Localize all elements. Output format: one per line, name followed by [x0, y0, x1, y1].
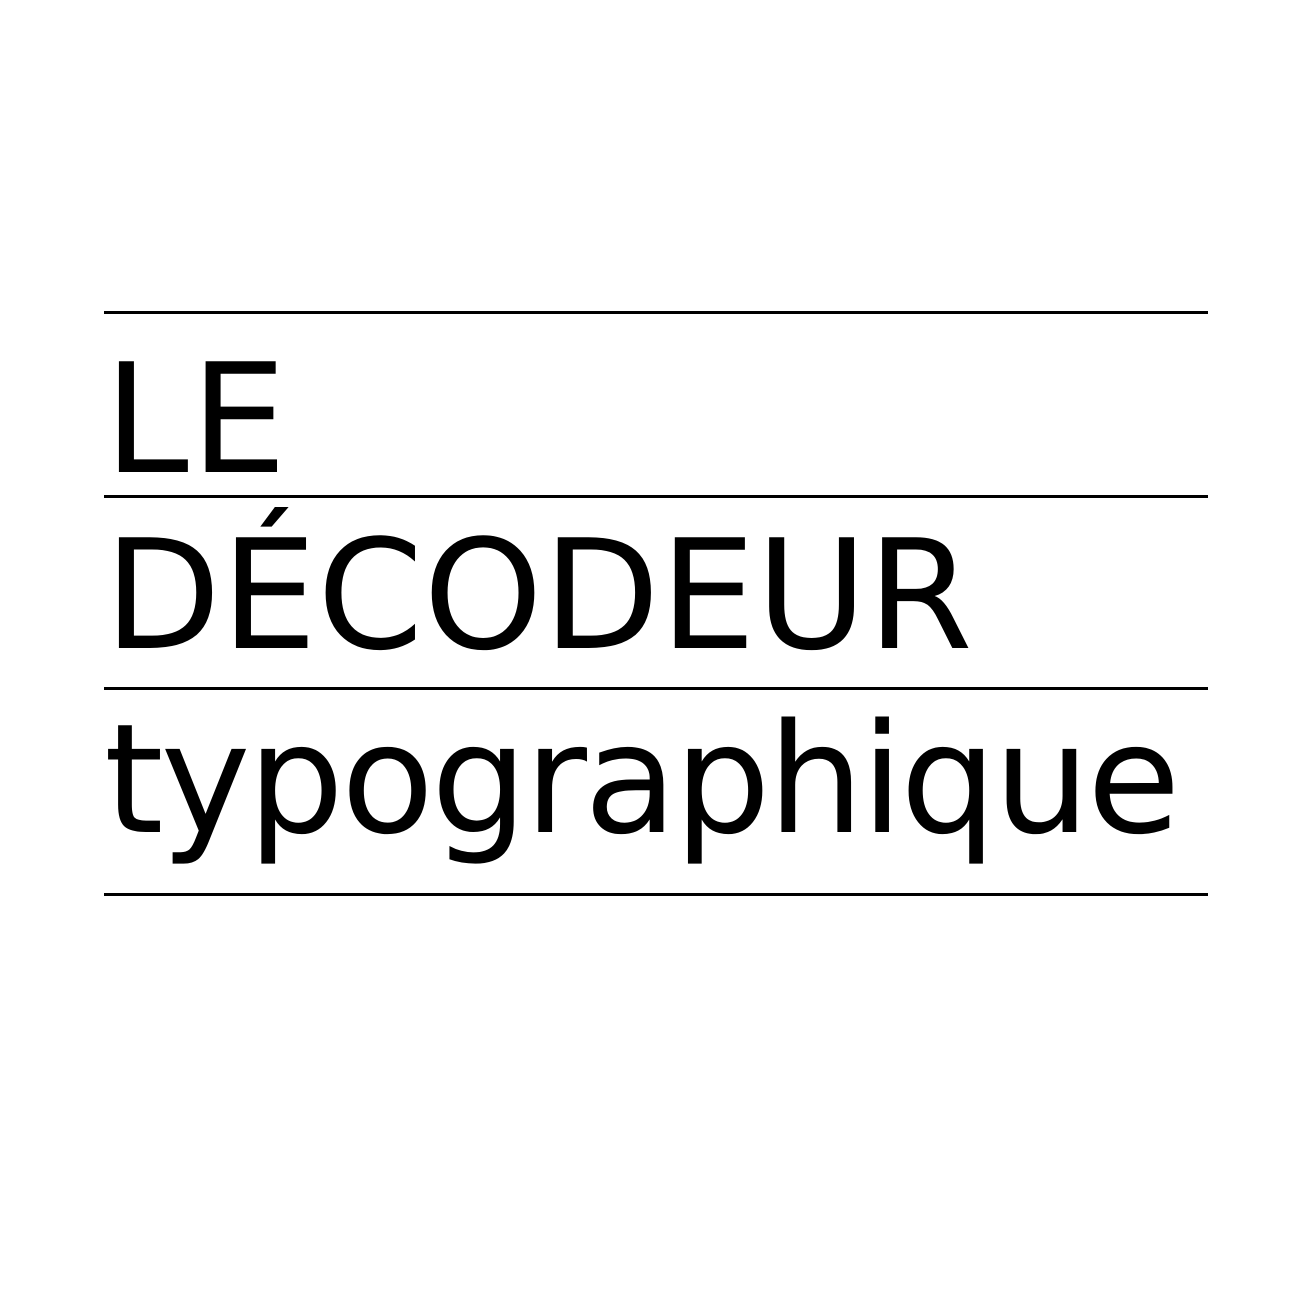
rule-after-decodeur — [104, 687, 1208, 690]
rule-after-le — [104, 495, 1208, 498]
logo: LE DÉCODEUR typographique — [0, 0, 1314, 1305]
logo-line-decodeur: DÉCODEUR — [104, 507, 973, 684]
logo-line-typographique: typographique — [104, 691, 1181, 868]
rule-top — [104, 311, 1208, 314]
rule-bottom — [104, 893, 1208, 896]
logo-line-le: LE — [104, 331, 289, 508]
